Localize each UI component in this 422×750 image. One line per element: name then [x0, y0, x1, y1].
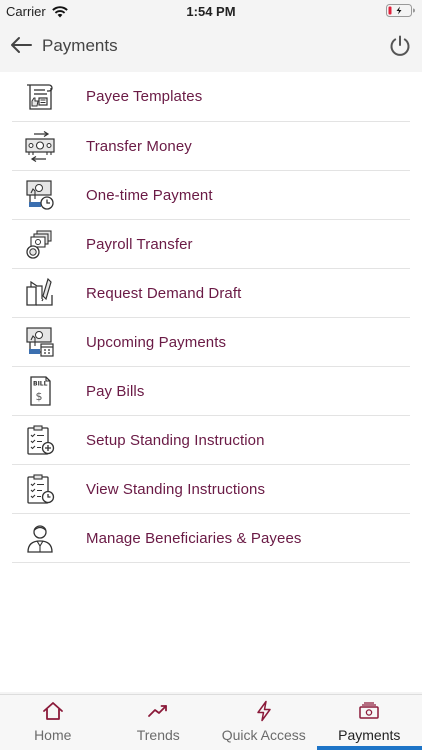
battery-icon — [386, 4, 415, 17]
menu-item-label: Payroll Transfer — [86, 235, 193, 253]
svg-text:$: $ — [36, 390, 43, 403]
payee-templates-icon — [27, 83, 53, 110]
menu-item-request-demand-draft[interactable]: Request Demand Draft — [12, 269, 410, 318]
status-right — [386, 4, 416, 17]
page-title: Payments — [42, 36, 118, 55]
menu-item-label: Upcoming Payments — [86, 333, 227, 351]
status-time: 1:54 PM — [186, 4, 236, 19]
back-button[interactable] — [8, 34, 34, 56]
clipboard-clock-icon — [27, 474, 55, 504]
one-time-payment-icon — [26, 180, 54, 210]
tab-label: Payments — [338, 727, 401, 743]
active-tab-indicator — [316, 746, 422, 750]
payments-menu: Payee Templates Transfer Money One-time … — [0, 72, 422, 692]
menu-item-label: View Standing Instructions — [86, 480, 266, 498]
svg-text:BILL: BILL — [33, 381, 48, 388]
payments-icon — [359, 702, 379, 719]
menu-item-label: Payee Templates — [86, 88, 203, 105]
menu-item-view-standing-instructions[interactable]: View Standing Instructions — [12, 465, 410, 514]
trend-icon — [148, 705, 168, 717]
power-icon — [390, 35, 410, 56]
menu-item-one-time-payment[interactable]: One-time Payment — [12, 171, 410, 220]
tab-trends[interactable]: Trends — [106, 695, 212, 750]
upcoming-payments-icon — [26, 327, 54, 357]
menu-item-label: Request Demand Draft — [86, 284, 242, 302]
arrow-left-icon — [11, 37, 32, 53]
menu-item-label: Manage Beneficiaries & Payees — [86, 529, 302, 547]
tab-label: Trends — [136, 727, 180, 743]
menu-item-manage-beneficiaries[interactable]: Manage Beneficiaries & Payees — [12, 514, 410, 563]
tab-payments[interactable]: Payments — [316, 695, 422, 750]
tab-label: Quick Access — [221, 727, 306, 743]
tab-quick-access[interactable]: Quick Access — [211, 695, 317, 750]
bill-icon: BILL $ — [30, 376, 51, 406]
menu-item-pay-bills[interactable]: BILL $ Pay Bills — [12, 367, 410, 416]
tab-home[interactable]: Home — [0, 695, 106, 750]
person-icon — [27, 525, 53, 553]
menu-item-transfer-money[interactable]: Transfer Money — [12, 122, 410, 171]
menu-item-label: Pay Bills — [86, 382, 145, 400]
menu-item-label: Setup Standing Instruction — [86, 431, 265, 449]
header: Payments — [0, 22, 422, 70]
menu-item-payroll-transfer[interactable]: Payroll Transfer — [12, 220, 410, 269]
payroll-transfer-icon — [26, 230, 52, 259]
menu-item-label: Transfer Money — [86, 137, 192, 155]
home-icon — [42, 702, 63, 720]
menu-item-upcoming-payments[interactable]: Upcoming Payments — [12, 318, 410, 367]
tab-label: Home — [34, 727, 72, 743]
status-bar: Carrier 1:54 PM — [0, 0, 422, 22]
clipboard-add-icon — [27, 425, 55, 455]
demand-draft-icon — [26, 277, 53, 306]
transfer-money-icon — [25, 130, 55, 162]
menu-item-setup-standing-instruction[interactable]: Setup Standing Instruction — [12, 416, 410, 465]
lightning-icon — [257, 700, 271, 722]
tab-bar: Home Trends Quick Access Payments — [0, 694, 422, 750]
menu-item-payee-templates[interactable]: Payee Templates — [12, 72, 410, 122]
menu-item-label: One-time Payment — [86, 186, 213, 204]
logout-button[interactable] — [388, 34, 412, 58]
